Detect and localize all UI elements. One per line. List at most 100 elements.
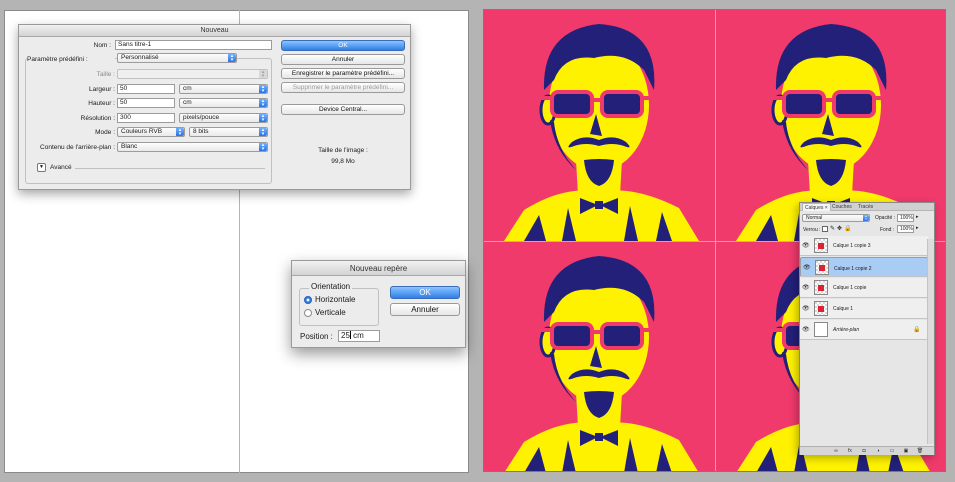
height-input[interactable]: 50 bbox=[117, 98, 175, 108]
mask-icon[interactable]: ◘ bbox=[860, 448, 868, 455]
layers-panel: Calques × Couches Tracés Normal ▴ ▾ Opaci… bbox=[799, 202, 935, 455]
advanced-label: Avancé bbox=[50, 164, 72, 171]
mode-value: Couleurs RVB bbox=[121, 128, 163, 135]
lock-label: Verrou : bbox=[803, 227, 821, 233]
layer-thumbnail bbox=[814, 280, 828, 295]
mode-select[interactable]: Couleurs RVB ▴ ▾ bbox=[117, 127, 185, 137]
background-value: Blanc bbox=[121, 143, 138, 150]
orientation-label: Orientation bbox=[309, 282, 353, 291]
layers-scrollbar[interactable] bbox=[927, 239, 934, 444]
position-value: 25 bbox=[341, 331, 350, 340]
height-unit-select[interactable]: cm ▴ ▾ bbox=[179, 98, 268, 108]
fx-icon[interactable]: fx bbox=[846, 448, 854, 455]
chevron-down-icon: ▴ ▾ bbox=[863, 215, 869, 221]
new-layer-icon[interactable]: ▣ bbox=[902, 448, 910, 455]
name-input[interactable]: Sans titre-1 bbox=[115, 40, 272, 50]
tab-channels[interactable]: Couches bbox=[830, 203, 854, 211]
size-select[interactable]: ▴ ▾ bbox=[117, 69, 268, 79]
size-label: Taille : bbox=[96, 71, 115, 78]
chevron-down-icon: ▴ ▾ bbox=[228, 54, 236, 63]
resolution-label: Résolution : bbox=[80, 115, 115, 122]
tab-layers[interactable]: Calques × bbox=[802, 203, 831, 211]
fill-input[interactable]: 100% bbox=[897, 225, 914, 233]
width-input[interactable]: 50 bbox=[117, 84, 175, 94]
dialog-titlebar: Nouveau bbox=[19, 25, 410, 37]
folder-icon[interactable]: ▭ bbox=[888, 448, 896, 455]
eye-icon[interactable]: 👁 bbox=[802, 284, 810, 292]
layer-name: Arrière-plan bbox=[833, 327, 860, 333]
advanced-divider bbox=[75, 168, 265, 169]
cancel-button[interactable]: Annuler bbox=[390, 303, 460, 316]
background-label: Contenu de l'arrière-plan : bbox=[40, 144, 115, 151]
trash-icon[interactable]: 🗑 bbox=[916, 448, 924, 455]
bit-depth-select[interactable]: 8 bits ▴ ▾ bbox=[189, 127, 268, 137]
portrait-tile-top-left bbox=[484, 10, 715, 241]
preset-label: Paramètre prédéfini : bbox=[27, 56, 115, 63]
name-label: Nom : bbox=[93, 42, 111, 49]
eye-icon[interactable]: 👁 bbox=[802, 305, 810, 313]
layer-row[interactable]: 👁 Calque 1 copie bbox=[800, 278, 928, 298]
lock-icon[interactable]: 🔒 bbox=[844, 225, 851, 232]
blend-mode-select[interactable]: Normal ▴ ▾ bbox=[802, 214, 870, 222]
layer-row[interactable]: 👁 Calque 1 copie 3 bbox=[800, 236, 928, 256]
layer-thumbnail bbox=[814, 322, 828, 337]
blend-mode-value: Normal bbox=[806, 215, 823, 221]
width-unit-select[interactable]: cm ▴ ▾ bbox=[179, 84, 268, 94]
layer-row-selected[interactable]: 👁 Calque 1 copie 2 bbox=[800, 257, 928, 277]
delete-preset-button[interactable]: Supprimer le paramètre prédéfini... bbox=[281, 82, 405, 93]
lock-transparency-icon[interactable] bbox=[822, 226, 828, 232]
layer-row[interactable]: 👁 Calque 1 bbox=[800, 299, 928, 319]
chevron-down-icon: ▴ ▾ bbox=[259, 85, 267, 94]
eye-icon[interactable]: 👁 bbox=[802, 242, 810, 250]
position-input[interactable]: 25 cm bbox=[338, 330, 380, 342]
triangle-right-icon[interactable]: ▸ bbox=[916, 214, 919, 220]
width-unit-value: cm bbox=[183, 85, 192, 92]
bit-depth-value: 8 bits bbox=[193, 128, 209, 135]
layer-name: Calque 1 copie 3 bbox=[833, 243, 871, 249]
ok-button[interactable]: OK bbox=[390, 286, 460, 299]
opacity-label: Opacité : bbox=[875, 215, 896, 221]
ok-button[interactable]: OK bbox=[281, 40, 405, 51]
opacity-input[interactable]: 100% bbox=[897, 214, 914, 222]
eye-icon[interactable]: 👁 bbox=[803, 264, 811, 272]
tab-paths[interactable]: Tracés bbox=[856, 203, 875, 211]
layer-name: Calque 1 copie bbox=[833, 285, 867, 291]
cancel-button[interactable]: Annuler bbox=[281, 54, 405, 65]
advanced-disclosure-button[interactable]: ▼ bbox=[37, 163, 46, 172]
chevron-down-icon: ▴ ▾ bbox=[259, 128, 267, 137]
eye-icon[interactable]: 👁 bbox=[802, 326, 810, 334]
layer-thumbnail bbox=[815, 260, 829, 275]
dialog-titlebar: Nouveau repère bbox=[292, 261, 465, 276]
device-central-button[interactable]: Device Central... bbox=[281, 104, 405, 115]
orientation-group-box bbox=[299, 288, 379, 326]
chevron-down-icon: ▴ ▾ bbox=[176, 128, 184, 137]
background-select[interactable]: Blanc ▴ ▾ bbox=[117, 142, 268, 152]
chevron-down-icon: ▴ ▾ bbox=[259, 143, 267, 152]
vertical-radio[interactable] bbox=[304, 309, 312, 317]
preset-value: Personnalisé bbox=[121, 54, 159, 61]
triangle-right-icon[interactable]: ▸ bbox=[916, 225, 919, 231]
chevron-down-icon: ▴ ▾ bbox=[259, 114, 267, 123]
layer-row-background[interactable]: 👁 Arrière-plan 🔒 bbox=[800, 320, 928, 340]
layer-thumbnail bbox=[814, 301, 828, 316]
horizontal-radio[interactable] bbox=[304, 296, 312, 304]
mode-label: Mode : bbox=[95, 129, 115, 136]
preset-select[interactable]: Personnalisé ▴ ▾ bbox=[117, 53, 237, 63]
resolution-input[interactable]: 300 bbox=[117, 113, 175, 123]
link-icon[interactable]: ∞ bbox=[832, 448, 840, 455]
lock-icon: 🔒 bbox=[913, 327, 921, 333]
brush-icon[interactable]: ✎ bbox=[830, 225, 835, 232]
save-preset-button[interactable]: Enregistrer le paramètre prédéfini... bbox=[281, 68, 405, 79]
fill-label: Fond : bbox=[880, 227, 895, 233]
width-label: Largeur : bbox=[88, 86, 115, 93]
adjustment-icon[interactable]: ◑ bbox=[874, 448, 882, 455]
triangle-down-icon: ▼ bbox=[39, 164, 44, 170]
resolution-unit-select[interactable]: pixels/pouce ▴ ▾ bbox=[179, 113, 268, 123]
layer-thumbnail bbox=[814, 238, 828, 253]
move-icon[interactable]: ✥ bbox=[837, 225, 842, 232]
position-label: Position : bbox=[300, 332, 333, 341]
chevron-down-icon: ▴ ▾ bbox=[259, 99, 267, 108]
portrait-tile-bottom-left bbox=[484, 242, 715, 471]
new-document-dialog: Nouveau Nom : Sans titre-1 Paramètre pré… bbox=[18, 24, 411, 190]
chevron-down-icon: ▴ ▾ bbox=[259, 70, 267, 79]
